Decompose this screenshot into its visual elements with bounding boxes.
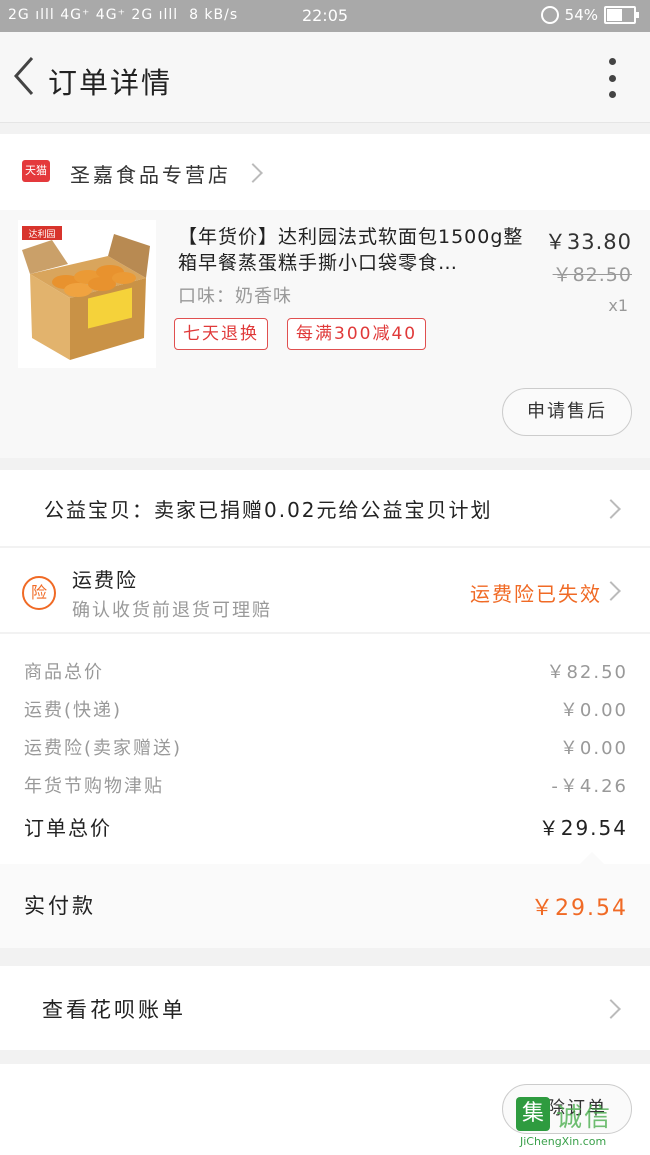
nav-bar: 订单详情 [0,32,650,123]
insurance-status: 运费险已失效 [470,582,602,606]
paid-row: 实付款 ￥29.54 [0,852,650,948]
tag-discount: 每满300减40 [287,318,427,350]
fee-label: 年货节购物津贴 [24,776,164,797]
fee-value: ￥0.00 [559,738,628,759]
rotation-lock-icon [540,6,559,24]
fee-label: 运费险(卖家赠送) [24,738,183,759]
order-total-row: 订单总价 ￥29.54 [24,812,628,842]
fee-label: 商品总价 [24,662,104,683]
product-price: ￥33.80 [544,230,632,254]
svg-text:达利园: 达利园 [28,228,55,240]
battery-text: 54% [564,6,598,24]
fee-row: 商品总价 ￥82.50 [24,658,628,688]
paid-amount: ￥29.54 [531,896,628,921]
fee-row: 运费险(卖家赠送) ￥0.00 [24,734,628,764]
after-sale-button[interactable]: 申请售后 [502,388,632,436]
watermark-logo: 集 [516,1097,550,1131]
watermark: 集 诚信 JiChengXin.com [516,1097,646,1151]
watermark-en: JiChengXin.com [520,1135,607,1148]
status-right: 54% [540,6,639,24]
fee-row: 运费(快递) ￥0.00 [24,696,628,726]
caret-up-icon [580,852,604,864]
store-name: 圣嘉食品专营店 [70,163,231,187]
battery-fill [607,9,623,21]
insurance-icon: 险 [22,576,56,610]
huabei-label: 查看花呗账单 [42,998,186,1022]
chevron-right-icon [601,999,621,1019]
product-image: 达利园 [18,220,156,368]
fee-breakdown: 商品总价 ￥82.50 运费(快递) ￥0.00 运费险(卖家赠送) ￥0.00… [0,634,650,864]
insurance-name: 运费险 [72,568,138,592]
shipping-insurance-row[interactable]: 险 运费险 确认收货前退货可理赔 运费险已失效 [0,548,650,632]
fee-label: 运费(快递) [24,700,123,721]
product-item[interactable]: 达利园 【年货价】达利园法式软面包1500g整箱早餐蒸蛋糕手撕小口袋零食… ￥3… [0,210,650,458]
battery-icon [604,6,639,24]
page-title: 订单详情 [48,66,173,100]
product-sku: 口味：奶香味 [178,286,292,307]
paid-label: 实付款 [24,894,96,918]
watermark-cn: 诚信 [556,1103,613,1133]
chevron-right-icon [243,163,263,183]
insurance-desc: 确认收货前退货可理赔 [72,600,272,621]
charity-text: 公益宝贝：卖家已捐赠0.02元给公益宝贝计划 [44,498,493,522]
fee-label: 订单总价 [24,816,112,840]
status-bar: 2G ılll 4G⁺ 4G⁺ 2G ılll 8 kB/s 22:05 54% [0,0,650,32]
tag-seven-day-return: 七天退换 [174,318,268,350]
product-title: 【年货价】达利园法式软面包1500g整箱早餐蒸蛋糕手撕小口袋零食… [178,226,524,274]
more-menu-icon[interactable] [606,58,618,98]
fee-value: -￥4.26 [551,776,628,797]
store-row[interactable]: 天猫 圣嘉食品专营店 [0,134,650,210]
fee-row: 年货节购物津贴 -￥4.26 [24,772,628,802]
chevron-right-icon [601,499,621,519]
huabei-bill-row[interactable]: 查看花呗账单 [0,966,650,1050]
charity-row[interactable]: 公益宝贝：卖家已捐赠0.02元给公益宝贝计划 [0,470,650,546]
fee-value: ￥0.00 [559,700,628,721]
fee-value: ￥82.50 [546,662,628,683]
chevron-right-icon [601,581,621,601]
product-quantity: x1 [608,296,628,315]
fee-value: ￥29.54 [538,816,628,840]
tmall-badge-icon: 天猫 [22,160,50,182]
back-arrow-icon[interactable] [10,54,40,98]
product-original-price: ￥82.50 [552,264,632,286]
